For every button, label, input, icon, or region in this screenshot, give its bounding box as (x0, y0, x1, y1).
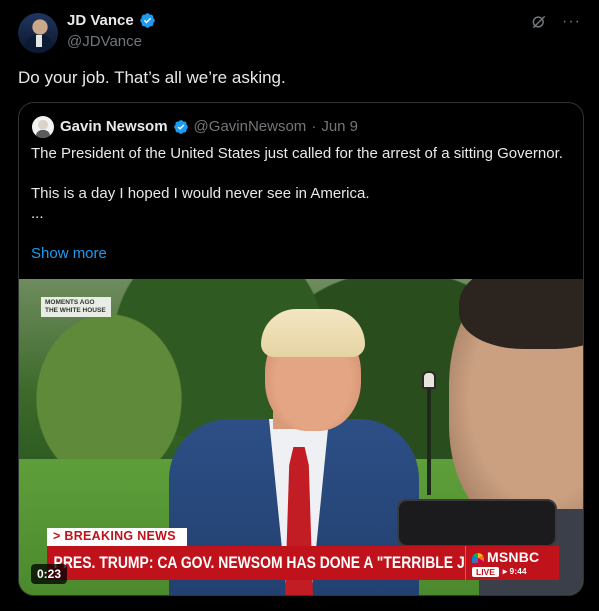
tweet-text: Do your job. That’s all we’re asking. (18, 68, 286, 87)
verified-badge-icon (139, 13, 155, 28)
video-duration: 0:23 (31, 564, 68, 584)
live-indicator: LIVE ▸ 9:44 (472, 566, 527, 577)
live-time: ▸ 9:44 (502, 566, 527, 576)
live-badge: LIVE (472, 566, 499, 577)
quoted-tweet[interactable]: Gavin Newsom @GavinNewsom · Jun 9 The Pr… (18, 102, 584, 596)
quoted-text: The President of the United States just … (31, 145, 563, 222)
author-avatar[interactable] (18, 13, 58, 53)
recording-phone (397, 499, 557, 547)
author-handle[interactable]: @JDVance (67, 33, 142, 50)
location-overlay: MOMENTS AGO THE WHITE HOUSE (41, 297, 111, 317)
network-logo: MSNBC (472, 549, 539, 565)
speaker-hair (261, 309, 365, 357)
network-bug: MSNBC LIVE ▸ 9:44 (465, 546, 559, 580)
video-player[interactable]: MOMENTS AGO THE WHITE HOUSE > BREAKING N… (19, 279, 583, 595)
ticker-text: PRES. TRUMP: CA GOV. NEWSOM HAS DONE A "… (53, 553, 493, 572)
lamp-post (427, 375, 431, 495)
show-more-link[interactable]: Show more (31, 245, 107, 262)
reporter-hair (459, 279, 583, 349)
author-name-row: JD Vance (67, 12, 156, 29)
grok-icon[interactable] (530, 13, 548, 31)
breaking-news-label: > BREAKING NEWS (47, 528, 187, 546)
quoted-author-handle[interactable]: @GavinNewsom (194, 118, 307, 135)
quoted-date[interactable]: Jun 9 (321, 118, 358, 135)
lamp-head (422, 371, 436, 389)
separator-dot: · (311, 118, 317, 135)
verified-badge-icon (173, 119, 188, 134)
author-name[interactable]: JD Vance (67, 12, 134, 29)
quoted-header: Gavin Newsom @GavinNewsom · Jun 9 (60, 118, 358, 135)
quoted-author-avatar[interactable] (32, 116, 54, 138)
top-actions: ··· (530, 13, 581, 31)
quoted-author-name[interactable]: Gavin Newsom (60, 118, 168, 135)
more-icon[interactable]: ··· (562, 13, 581, 31)
peacock-icon (472, 553, 484, 563)
post: JD Vance @JDVance ··· Do your job. That’… (0, 0, 599, 611)
